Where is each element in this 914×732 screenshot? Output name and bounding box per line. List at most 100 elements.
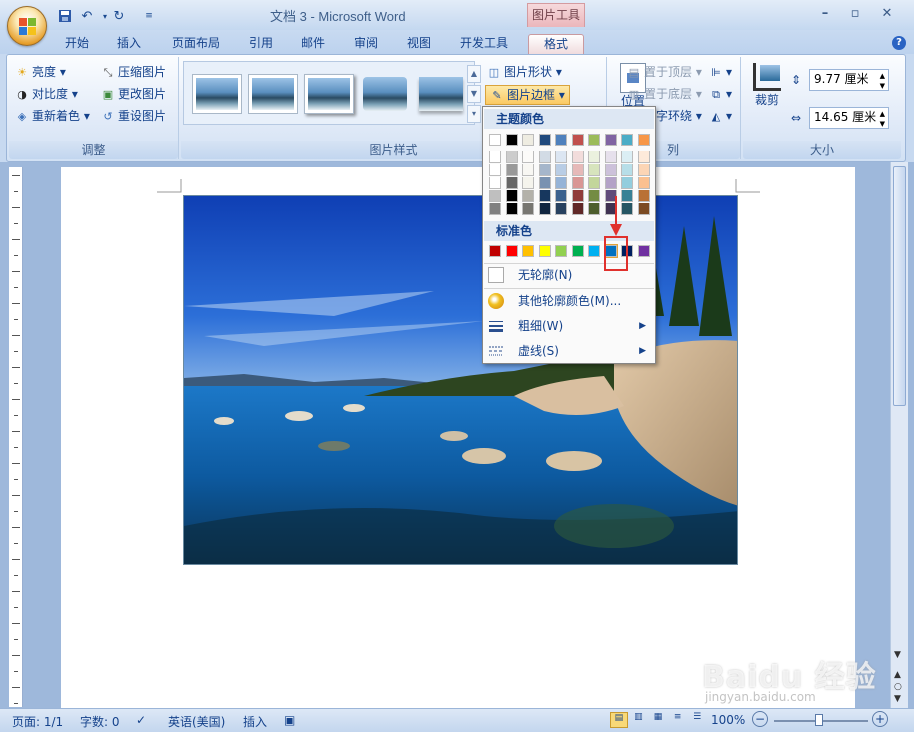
more-outline-colors-item[interactable]: 其他轮廓颜色(M)... — [484, 289, 654, 313]
standard-color-swatch[interactable] — [571, 245, 584, 257]
theme-color-swatch[interactable] — [604, 164, 617, 176]
theme-color-swatch[interactable] — [538, 190, 551, 202]
help-icon[interactable]: ? — [892, 36, 906, 50]
theme-color-swatch[interactable] — [505, 134, 518, 146]
recolor-button[interactable]: ◈ 重新着色 ▾ — [15, 107, 90, 125]
style-thumb-4[interactable] — [360, 74, 410, 114]
group-objects-button[interactable]: ⧉ ▾ — [709, 85, 732, 103]
standard-color-swatch[interactable] — [538, 245, 551, 257]
theme-color-swatch[interactable] — [604, 177, 617, 189]
customize-qat-icon[interactable]: ≡ — [140, 7, 158, 25]
theme-color-swatch[interactable] — [588, 177, 600, 189]
theme-color-swatch[interactable] — [489, 203, 501, 215]
theme-color-swatch[interactable] — [505, 203, 518, 215]
theme-color-swatch[interactable] — [571, 190, 584, 202]
page-count[interactable]: 页面: 1/1 — [12, 713, 63, 730]
picture-border-button[interactable]: ✎ 图片边框 ▾ — [485, 85, 570, 105]
theme-color-swatch[interactable] — [555, 190, 567, 202]
theme-color-swatch[interactable] — [505, 151, 518, 163]
theme-color-swatch[interactable] — [538, 177, 551, 189]
theme-color-swatch[interactable] — [522, 203, 534, 215]
bring-to-front-button[interactable]: ▤ 置于顶层 ▾ — [627, 63, 702, 81]
print-layout-view-icon[interactable]: ▤ — [610, 712, 628, 728]
outline-view-icon[interactable]: ≡ — [669, 712, 687, 728]
zoom-level[interactable]: 100% — [711, 713, 745, 727]
theme-color-swatch[interactable] — [588, 190, 600, 202]
macro-record-icon[interactable]: ▣ — [284, 713, 295, 727]
style-thumb-1[interactable] — [192, 74, 242, 114]
tab-format[interactable]: 格式 — [528, 34, 584, 54]
draft-view-icon[interactable]: ☰ — [688, 712, 706, 728]
theme-color-swatch[interactable] — [522, 134, 534, 146]
theme-color-swatch[interactable] — [571, 151, 584, 163]
contrast-button[interactable]: ◑ 对比度 ▾ — [15, 85, 78, 103]
proofing-icon[interactable]: ✓ — [136, 713, 146, 727]
tab-home[interactable]: 开始 — [56, 34, 98, 54]
theme-color-swatch[interactable] — [489, 190, 501, 202]
theme-color-swatch[interactable] — [637, 151, 650, 163]
theme-color-swatch[interactable] — [621, 134, 633, 146]
align-button[interactable]: ⊫ ▾ — [709, 63, 732, 81]
reset-picture-button[interactable]: ↺ 重设图片 — [101, 107, 166, 125]
theme-color-swatch[interactable] — [522, 164, 534, 176]
theme-color-swatch[interactable] — [637, 164, 650, 176]
insert-mode[interactable]: 插入 — [243, 713, 267, 730]
theme-color-swatch[interactable] — [555, 134, 567, 146]
dashes-item[interactable]: 虚线(S) ▶ — [484, 339, 654, 363]
rotate-button[interactable]: ◭ ▾ — [709, 107, 732, 125]
zoom-slider-thumb[interactable] — [815, 714, 823, 726]
weight-item[interactable]: 粗细(W) ▶ — [484, 314, 654, 338]
tab-references[interactable]: 引用 — [240, 34, 282, 54]
tab-developer[interactable]: 开发工具 — [452, 34, 516, 54]
tab-view[interactable]: 视图 — [398, 34, 440, 54]
tab-mailings[interactable]: 邮件 — [292, 34, 334, 54]
gallery-more[interactable]: ▾ — [467, 105, 481, 123]
next-page-icon[interactable]: ▼ — [894, 694, 901, 704]
gallery-scroll-down[interactable]: ▼ — [467, 85, 481, 103]
maximize-button[interactable]: ▫ — [842, 6, 868, 24]
save-icon[interactable] — [56, 7, 74, 25]
width-field[interactable]: 14.65 厘米 ▲ ▼ — [809, 107, 889, 129]
close-button[interactable]: ✕ — [874, 6, 900, 24]
standard-color-swatch[interactable] — [637, 245, 650, 257]
theme-color-swatch[interactable] — [588, 134, 600, 146]
theme-color-swatch[interactable] — [489, 151, 501, 163]
zoom-in-icon[interactable]: + — [872, 711, 888, 727]
standard-color-swatch[interactable] — [505, 245, 518, 257]
tab-page-layout[interactable]: 页面布局 — [164, 34, 228, 54]
language-status[interactable]: 英语(美国) — [168, 713, 225, 730]
scroll-thumb[interactable] — [893, 166, 906, 406]
height-field[interactable]: 9.77 厘米 ▲ ▼ — [809, 69, 889, 91]
theme-color-swatch[interactable] — [555, 164, 567, 176]
theme-color-swatch[interactable] — [538, 151, 551, 163]
crop-button[interactable]: 裁剪 — [749, 61, 785, 117]
height-spinner[interactable]: ▲ ▼ — [880, 71, 885, 91]
theme-color-swatch[interactable] — [571, 134, 584, 146]
theme-color-swatch[interactable] — [637, 177, 650, 189]
theme-color-swatch[interactable] — [571, 203, 584, 215]
theme-color-swatch[interactable] — [489, 177, 501, 189]
standard-color-swatch[interactable] — [555, 245, 567, 257]
theme-color-swatch[interactable] — [621, 164, 633, 176]
standard-color-swatch[interactable] — [489, 245, 501, 257]
theme-color-swatch[interactable] — [505, 190, 518, 202]
theme-color-swatch[interactable] — [489, 164, 501, 176]
theme-color-swatch[interactable] — [571, 164, 584, 176]
gallery-scroll-up[interactable]: ▲ — [467, 65, 481, 83]
theme-color-swatch[interactable] — [505, 164, 518, 176]
web-layout-view-icon[interactable]: ▦ — [649, 712, 667, 728]
full-screen-view-icon[interactable]: ▥ — [630, 712, 648, 728]
style-thumb-3[interactable] — [304, 74, 354, 114]
theme-color-swatch[interactable] — [588, 151, 600, 163]
theme-color-swatch[interactable] — [538, 134, 551, 146]
redo-icon[interactable]: ↻ — [110, 7, 128, 25]
theme-color-swatch[interactable] — [489, 134, 501, 146]
word-count[interactable]: 字数: 0 — [80, 713, 120, 730]
theme-color-swatch[interactable] — [505, 177, 518, 189]
theme-color-swatch[interactable] — [637, 190, 650, 202]
theme-color-swatch[interactable] — [522, 151, 534, 163]
theme-color-swatch[interactable] — [604, 151, 617, 163]
theme-color-swatch[interactable] — [555, 177, 567, 189]
theme-color-swatch[interactable] — [555, 151, 567, 163]
theme-color-swatch[interactable] — [637, 134, 650, 146]
